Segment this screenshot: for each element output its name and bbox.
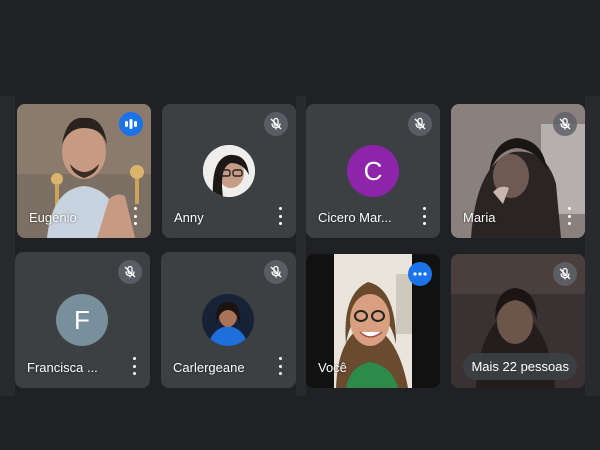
participant-tile-francisca[interactable]: F Francisca ... bbox=[15, 252, 150, 388]
participant-name: Cicero Mar... bbox=[318, 210, 392, 225]
avatar bbox=[202, 294, 254, 346]
participant-name: Anny bbox=[174, 210, 204, 225]
speaking-indicator-icon bbox=[119, 112, 143, 136]
participant-name: Carlergeane bbox=[173, 360, 245, 375]
participant-tile-eugenio[interactable]: Eugenio bbox=[17, 104, 151, 238]
avatar bbox=[203, 145, 255, 197]
more-options-icon[interactable] bbox=[128, 357, 140, 375]
mic-off-icon bbox=[553, 112, 577, 136]
right-strip bbox=[585, 96, 600, 396]
participant-name: Você bbox=[318, 360, 347, 375]
mic-off-icon bbox=[264, 260, 288, 284]
mic-off-icon bbox=[408, 112, 432, 136]
speaking-indicator-icon bbox=[408, 262, 432, 286]
participant-tile-anny[interactable]: Anny bbox=[162, 104, 296, 238]
more-participants-button[interactable]: Mais 22 pessoas bbox=[463, 353, 577, 380]
more-options-icon[interactable] bbox=[563, 207, 575, 225]
mic-off-icon bbox=[553, 262, 577, 286]
left-strip bbox=[0, 96, 15, 396]
more-options-icon[interactable] bbox=[274, 207, 286, 225]
more-options-icon[interactable] bbox=[274, 357, 286, 375]
participant-tile-cicero[interactable]: C Cicero Mar... bbox=[306, 104, 440, 238]
center-gap bbox=[296, 96, 306, 396]
participant-name: Eugenio bbox=[29, 210, 77, 225]
participant-tile-carlergeane[interactable]: Carlergeane bbox=[161, 252, 296, 388]
avatar: C bbox=[347, 145, 399, 197]
avatar-initial: F bbox=[74, 304, 90, 335]
avatar: F bbox=[56, 294, 108, 346]
more-options-icon[interactable] bbox=[129, 207, 141, 225]
participant-name: Maria bbox=[463, 210, 496, 225]
participant-tile-overflow[interactable]: Mais 22 pessoas bbox=[451, 254, 585, 388]
mic-off-icon bbox=[264, 112, 288, 136]
avatar-initial: C bbox=[363, 155, 383, 186]
participant-tile-self[interactable]: Você bbox=[306, 254, 440, 388]
participant-name: Francisca ... bbox=[27, 360, 98, 375]
more-options-icon[interactable] bbox=[418, 207, 430, 225]
mic-off-icon bbox=[118, 260, 142, 284]
participant-tile-maria[interactable]: Maria bbox=[451, 104, 585, 238]
